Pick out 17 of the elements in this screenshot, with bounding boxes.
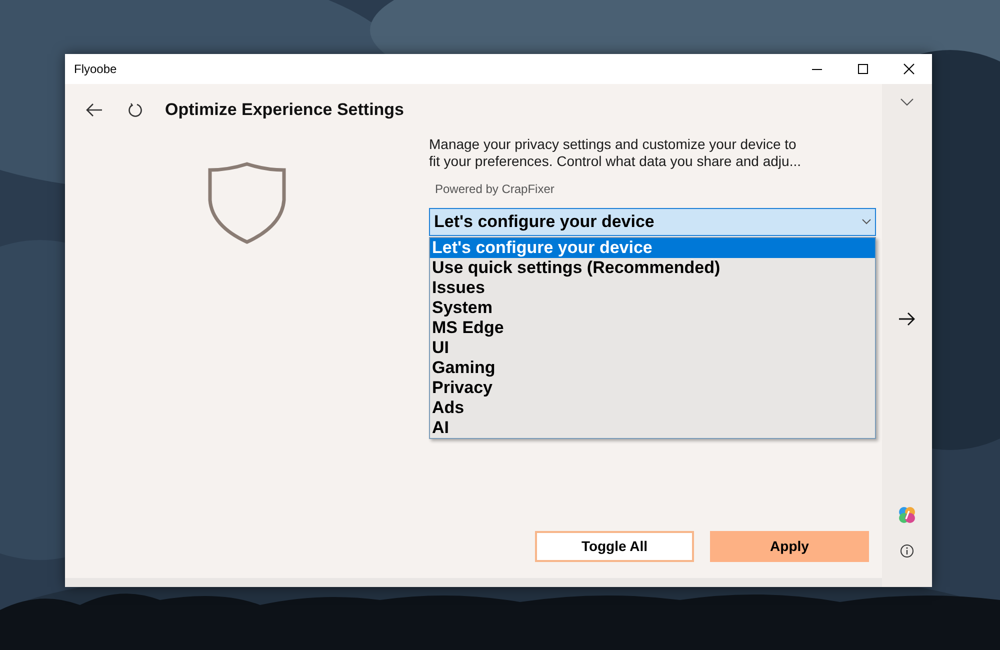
dropdown-option[interactable]: AI	[430, 418, 875, 438]
dropdown-option[interactable]: Ads	[430, 398, 875, 418]
apply-button[interactable]: Apply	[710, 531, 869, 562]
dropdown-option[interactable]: Use quick settings (Recommended)	[430, 258, 875, 278]
page-title: Optimize Experience Settings	[165, 99, 404, 122]
dropdown-option[interactable]: Let's configure your device	[430, 238, 875, 258]
dropdown-option[interactable]: Issues	[430, 278, 875, 298]
powered-by-text: Powered by CrapFixer	[435, 181, 556, 198]
dropdown-option[interactable]: UI	[430, 338, 875, 358]
dropdown-option[interactable]: System	[430, 298, 875, 318]
window-title: Flyoobe	[74, 61, 117, 78]
dropdown-option[interactable]: MS Edge	[430, 318, 875, 338]
toggle-button[interactable]: Toggle All	[535, 531, 694, 562]
category-dropdown[interactable]: Let's configure your device	[429, 208, 876, 236]
dropdown-option[interactable]: Privacy	[430, 378, 875, 398]
dropdown-option[interactable]: Gaming	[430, 358, 875, 378]
description-text: Manage your privacy settings and customize your device to fit your preferences. Control what data you share and adju...	[429, 136, 802, 170]
